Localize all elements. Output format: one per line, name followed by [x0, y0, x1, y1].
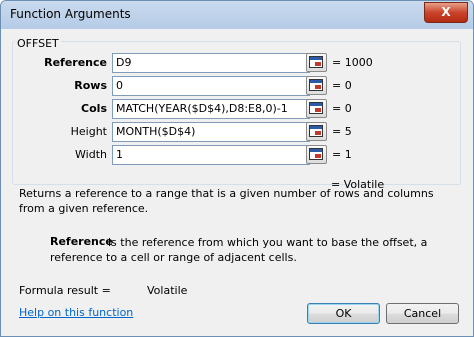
function-description: Returns a reference to a range that is a… — [19, 187, 434, 215]
range-collapse-icon — [309, 56, 323, 68]
argument-help-name: Reference — [50, 235, 113, 248]
arg-result-cols: = 0 — [332, 102, 352, 115]
range-collapse-icon — [309, 125, 323, 137]
arg-result-width: = 1 — [332, 148, 352, 161]
arg-label-rows: Rows — [74, 79, 107, 92]
ok-button[interactable]: OK — [307, 303, 380, 324]
cancel-button[interactable]: Cancel — [386, 303, 459, 324]
help-link[interactable]: Help on this function — [19, 306, 133, 319]
rows-input[interactable]: 0 — [112, 76, 310, 96]
arg-result-reference: = 1000 — [332, 56, 373, 69]
height-input[interactable]: MONTH($D$4) — [112, 122, 310, 142]
close-icon: X — [441, 5, 451, 19]
width-input[interactable]: 1 — [112, 145, 310, 165]
window-title: Function Arguments — [10, 7, 131, 21]
formula-result-value: Volatile — [147, 284, 188, 297]
function-name: OFFSET — [15, 37, 61, 50]
range-collapse-icon — [309, 79, 323, 91]
rows-collapse-button[interactable] — [306, 76, 327, 95]
arg-label-height: Height — [70, 125, 107, 138]
arg-result-height: = 5 — [332, 125, 352, 138]
arg-result-rows: = 0 — [332, 79, 352, 92]
function-arguments-dialog: Function Arguments X OFFSET Reference D9… — [0, 0, 474, 337]
arg-label-cols: Cols — [81, 102, 107, 115]
reference-input[interactable]: D9 — [112, 53, 310, 73]
title-bar[interactable]: Function Arguments X — [1, 1, 473, 29]
width-collapse-button[interactable] — [306, 145, 327, 164]
range-collapse-icon — [309, 148, 323, 160]
arg-label-reference: Reference — [44, 56, 107, 69]
cols-input[interactable]: MATCH(YEAR($D$4),D8:E8,0)-1 — [112, 99, 310, 119]
cols-collapse-button[interactable] — [306, 99, 327, 118]
reference-collapse-button[interactable] — [306, 53, 327, 72]
range-collapse-icon — [309, 102, 323, 114]
formula-result-label: Formula result = — [19, 284, 111, 297]
close-button[interactable]: X — [424, 2, 468, 23]
height-collapse-button[interactable] — [306, 122, 327, 141]
arg-label-width: Width — [75, 148, 107, 161]
